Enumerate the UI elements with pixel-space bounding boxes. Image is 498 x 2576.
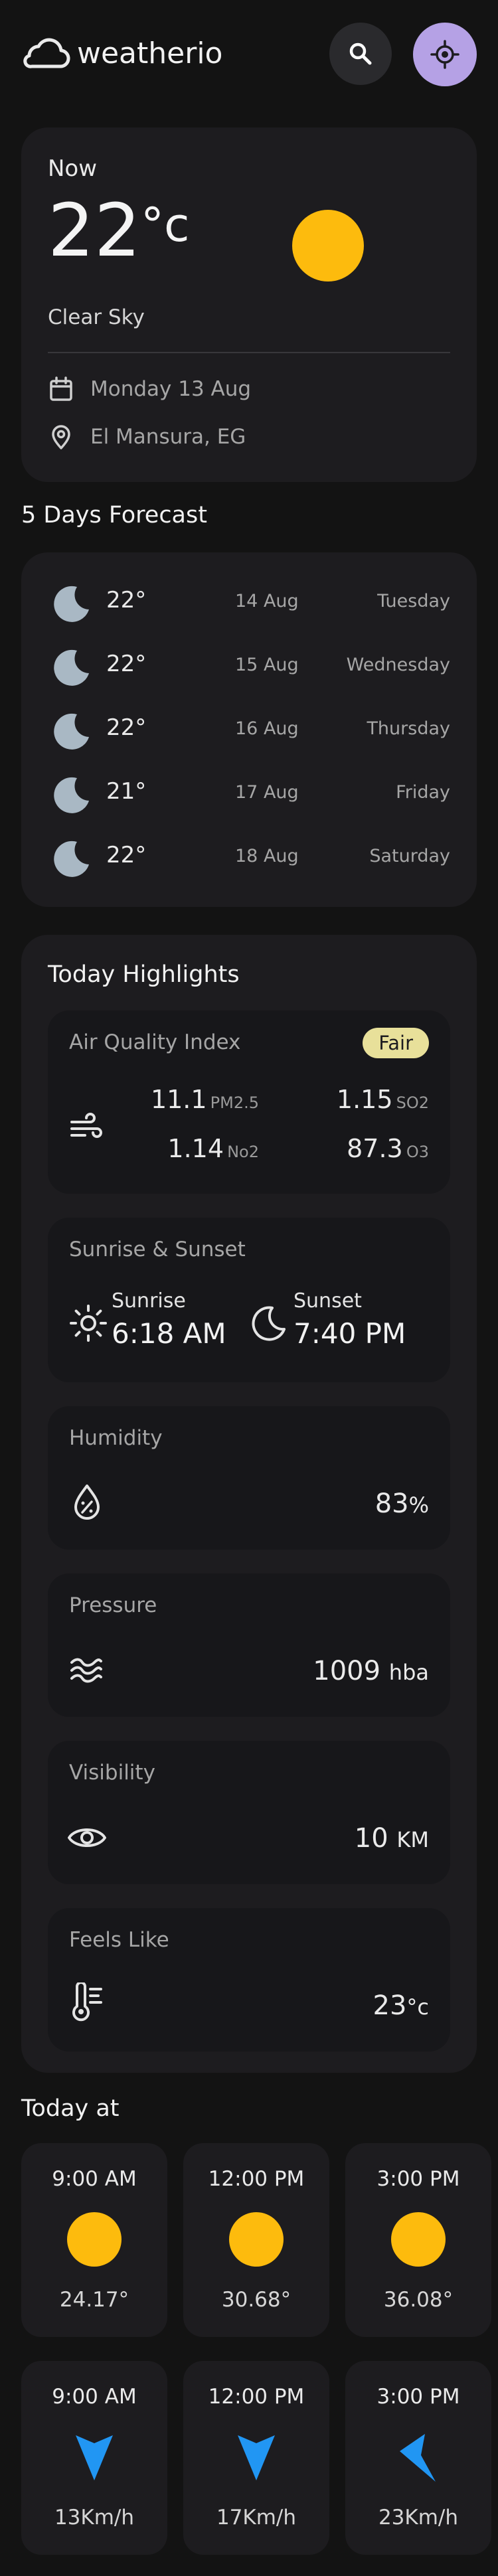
aqi-badge: Fair (363, 1028, 429, 1058)
aqi-so2: 1.15 SO2 (336, 1085, 429, 1114)
eye-icon (68, 1828, 106, 1847)
visibility-title: Visibility (69, 1761, 155, 1785)
hourly-wind-card[interactable]: 9:00 AM 13Km/h (21, 2361, 167, 2555)
sunrise-icon (70, 1305, 107, 1342)
humidity-title: Humidity (69, 1426, 163, 1450)
sunrise-time: 6:18 AM (112, 1317, 226, 1350)
moon-icon (54, 649, 89, 686)
highlights-card: Today Highlights Air Quality Index Fair … (21, 935, 477, 2073)
aqi-title: Air Quality Index (69, 1030, 241, 1054)
aqi-o3: 87.3 O3 (347, 1134, 429, 1163)
visibility-value: 10 KM (354, 1823, 429, 1854)
forecast-row: 21° 17 Aug Friday (50, 767, 450, 821)
moon-icon (54, 777, 89, 813)
sunset-label: Sunset (293, 1289, 362, 1313)
visibility-card: Visibility 10 KM (48, 1741, 450, 1884)
wind-icon (70, 1113, 102, 1138)
humidity-value: 83% (374, 1489, 429, 1519)
aqi-pm25: 11.1 PM2.5 (150, 1085, 259, 1114)
moon-icon (54, 586, 89, 622)
sun-icon (391, 2212, 446, 2267)
search-button[interactable] (329, 23, 392, 85)
calendar-icon (50, 376, 72, 401)
highlights-title: Today Highlights (48, 961, 240, 988)
forecast-row: 22° 15 Aug Wednesday (50, 640, 450, 693)
sun-title: Sunrise & Sunset (69, 1238, 246, 1261)
current-temperature: 22°c (48, 188, 190, 273)
hourly-temp-card[interactable]: 12:00 PM 30.68° (183, 2143, 329, 2337)
condition-text: Clear Sky (48, 305, 145, 329)
date-row: Monday 13 Aug (48, 374, 251, 404)
sunset-time: 7:40 PM (293, 1317, 406, 1350)
feels-like-title: Feels Like (69, 1928, 169, 1952)
current-location: El Mansura, EG (90, 425, 246, 449)
sunset-moon-icon (252, 1306, 286, 1341)
aqi-no2: 1.14 No2 (167, 1134, 259, 1163)
humidity-drop-icon (74, 1485, 100, 1520)
crosshair-icon (430, 40, 459, 69)
sun-icon (67, 2212, 122, 2267)
pressure-card: Pressure 1009 hba (48, 1573, 450, 1717)
forecast-row: 22° 18 Aug Saturday (50, 831, 450, 884)
wind-direction-icon (400, 2434, 436, 2482)
air-quality-card: Air Quality Index Fair 11.1 PM2.5 1.15 S… (48, 1010, 450, 1194)
current-location-button[interactable] (413, 23, 477, 86)
hourly-wind-card[interactable]: 12:00 PM 17Km/h (183, 2361, 329, 2555)
feels-like-value: 23°c (373, 1990, 430, 2021)
wind-direction-icon (76, 2435, 113, 2480)
current-weather-card: Now 22°c Clear Sky Monday 13 Aug El Mans… (21, 127, 477, 482)
sunrise-sunset-card: Sunrise & Sunset Sunrise 6:18 AM Sunset … (48, 1218, 450, 1382)
location-pin-icon (52, 425, 70, 449)
search-icon (349, 42, 372, 65)
forecast-title: 5 Days Forecast (21, 502, 207, 528)
pressure-title: Pressure (69, 1593, 157, 1617)
app-header: weatherio (0, 0, 498, 106)
hourly-temp-card[interactable]: 3:00 PM 36.08° (345, 2143, 491, 2337)
sun-icon (229, 2212, 284, 2267)
today-at-title: Today at (21, 2095, 120, 2122)
waves-icon (70, 1658, 102, 1683)
thermometer-icon (72, 1982, 102, 2022)
app-name: weatherio (77, 36, 223, 70)
moon-icon (54, 713, 89, 750)
divider (48, 352, 450, 353)
forecast-row: 22° 14 Aug Tuesday (50, 576, 450, 629)
location-row: El Mansura, EG (48, 422, 246, 451)
pressure-value: 1009 hba (313, 1656, 429, 1686)
feels-like-card: Feels Like 23°c (48, 1908, 450, 2052)
sun-icon (292, 210, 364, 282)
hourly-wind-card[interactable]: 3:00 PM 23Km/h (345, 2361, 491, 2555)
logo[interactable]: weatherio (20, 33, 222, 73)
cloud-icon (23, 38, 70, 68)
sunrise-label: Sunrise (112, 1289, 186, 1313)
forecast-row: 22° 16 Aug Thursday (50, 704, 450, 757)
humidity-card: Humidity 83% (48, 1406, 450, 1550)
now-heading: Now (48, 155, 98, 182)
wind-direction-icon (238, 2435, 275, 2480)
moon-icon (54, 841, 89, 877)
hourly-temp-card[interactable]: 9:00 AM 24.17° (21, 2143, 167, 2337)
current-date: Monday 13 Aug (90, 377, 252, 401)
